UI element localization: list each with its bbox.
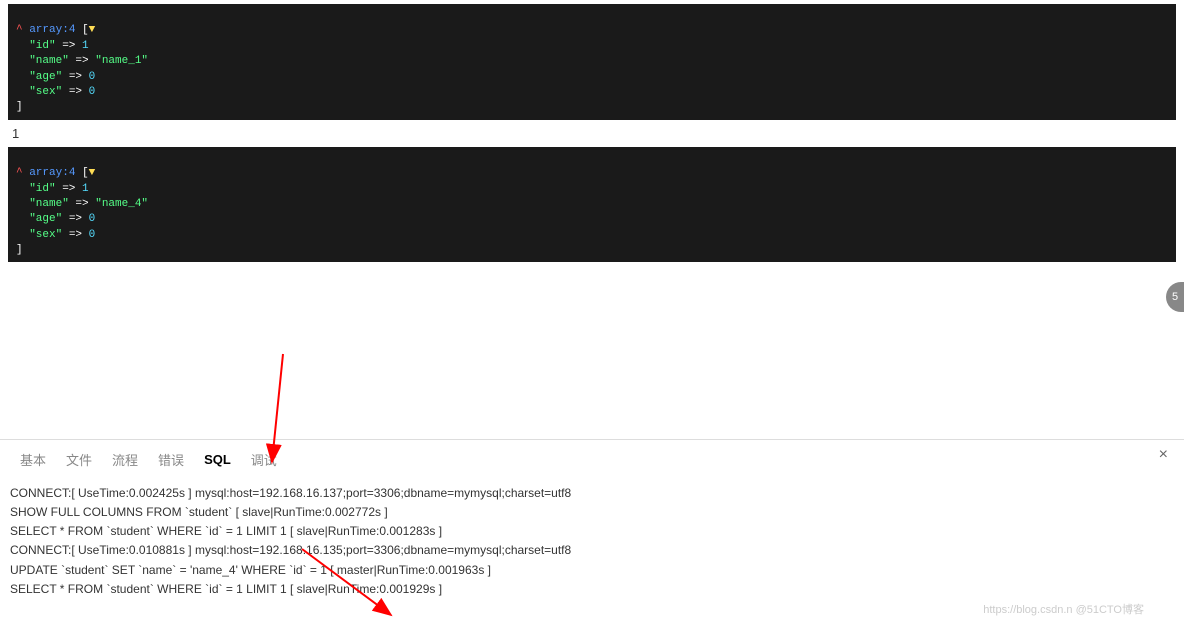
tab-file[interactable]: 文件 (56, 446, 102, 473)
bracket-open: [ (75, 167, 88, 179)
arrow-op: => (69, 55, 95, 67)
debug-tabs: 基本 文件 流程 错误 SQL 调试 × (0, 440, 1184, 480)
sql-log-line: SELECT * FROM `student` WHERE `id` = 1 L… (10, 580, 1174, 599)
between-output: 1 (12, 126, 1172, 141)
arrow-op: => (56, 183, 82, 195)
key-age: "age" (16, 71, 62, 83)
array-label: array:4 (23, 24, 76, 36)
val-name: "name_1" (95, 55, 148, 67)
bracket-open: [ (75, 24, 88, 36)
debug-output-block-2: ^ array:4 [▼ "id" => 1 "name" => "name_4… (8, 147, 1176, 263)
arrow-op: => (69, 198, 95, 210)
key-sex: "sex" (16, 229, 62, 241)
tab-sql[interactable]: SQL (194, 448, 241, 471)
arrow-op: => (62, 229, 88, 241)
key-name: "name" (16, 55, 69, 67)
key-id: "id" (16, 183, 56, 195)
key-name: "name" (16, 198, 69, 210)
caret-symbol: ^ (16, 24, 23, 36)
arrow-op: => (62, 71, 88, 83)
arrow-op: => (56, 40, 82, 52)
bracket-close: ] (16, 244, 23, 256)
close-icon[interactable]: × (1159, 446, 1168, 464)
tab-debug[interactable]: 调试 (241, 446, 287, 473)
val-age: 0 (89, 71, 96, 83)
sql-log-line: CONNECT:[ UseTime:0.002425s ] mysql:host… (10, 484, 1174, 503)
dropdown-arrow-icon[interactable]: ▼ (89, 24, 96, 36)
arrow-op: => (62, 86, 88, 98)
dropdown-arrow-icon[interactable]: ▼ (89, 167, 96, 179)
key-age: "age" (16, 213, 62, 225)
side-badge[interactable]: 5 (1166, 282, 1184, 312)
bracket-close: ] (16, 101, 23, 113)
tab-basic[interactable]: 基本 (10, 446, 56, 473)
sql-log-line: SHOW FULL COLUMNS FROM `student` [ slave… (10, 503, 1174, 522)
sql-log-line: SELECT * FROM `student` WHERE `id` = 1 L… (10, 522, 1174, 541)
arrow-op: => (62, 213, 88, 225)
val-sex: 0 (89, 86, 96, 98)
val-id: 1 (82, 40, 89, 52)
debug-panel: 基本 文件 流程 错误 SQL 调试 × CONNECT:[ UseTime:0… (0, 439, 1184, 619)
val-id: 1 (82, 183, 89, 195)
caret-symbol: ^ (16, 167, 23, 179)
tab-error[interactable]: 错误 (148, 446, 194, 473)
sql-log-line: CONNECT:[ UseTime:0.010881s ] mysql:host… (10, 541, 1174, 560)
tab-flow[interactable]: 流程 (102, 446, 148, 473)
key-id: "id" (16, 40, 56, 52)
sql-log-line: UPDATE `student` SET `name` = 'name_4' W… (10, 561, 1174, 580)
val-age: 0 (89, 213, 96, 225)
val-sex: 0 (89, 229, 96, 241)
array-label: array:4 (23, 167, 76, 179)
key-sex: "sex" (16, 86, 62, 98)
debug-output-block-1: ^ array:4 [▼ "id" => 1 "name" => "name_1… (8, 4, 1176, 120)
val-name: "name_4" (95, 198, 148, 210)
sql-log-lines: CONNECT:[ UseTime:0.002425s ] mysql:host… (0, 480, 1184, 619)
